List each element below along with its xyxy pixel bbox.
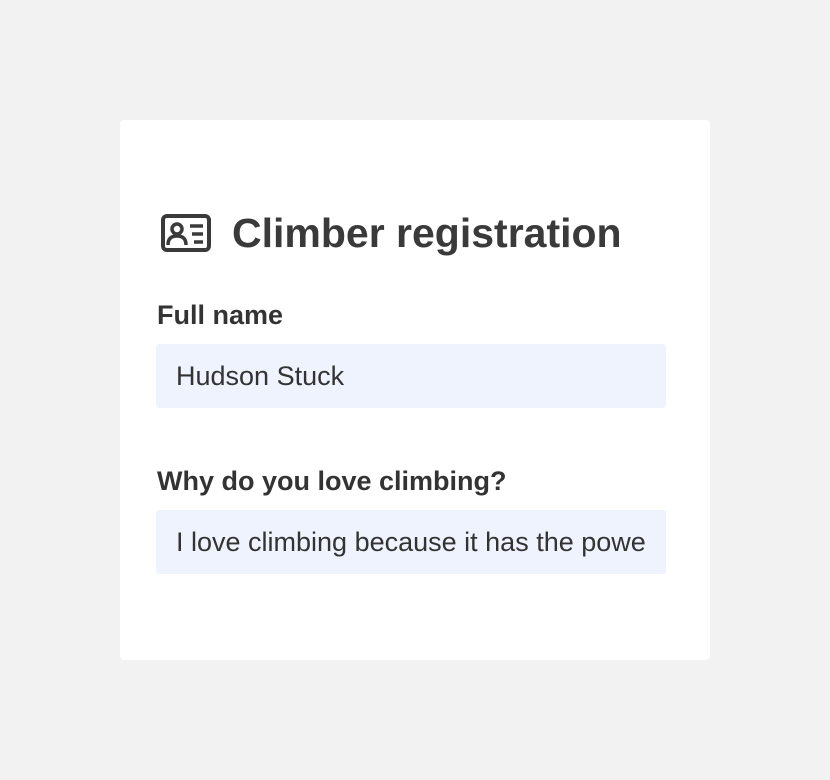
why-climbing-label: Why do you love climbing?: [157, 466, 507, 496]
form-header: Climber registration: [160, 208, 622, 258]
registration-card: Climber registration Full name Hudson St…: [120, 120, 710, 660]
why-climbing-field[interactable]: I love climbing because it has the powe: [156, 510, 666, 574]
full-name-field[interactable]: Hudson Stuck: [156, 344, 666, 408]
form-title: Climber registration: [232, 209, 622, 256]
page: Climber registration Full name Hudson St…: [0, 0, 830, 780]
id-card-icon: [160, 213, 212, 253]
full-name-label: Full name: [157, 300, 284, 330]
